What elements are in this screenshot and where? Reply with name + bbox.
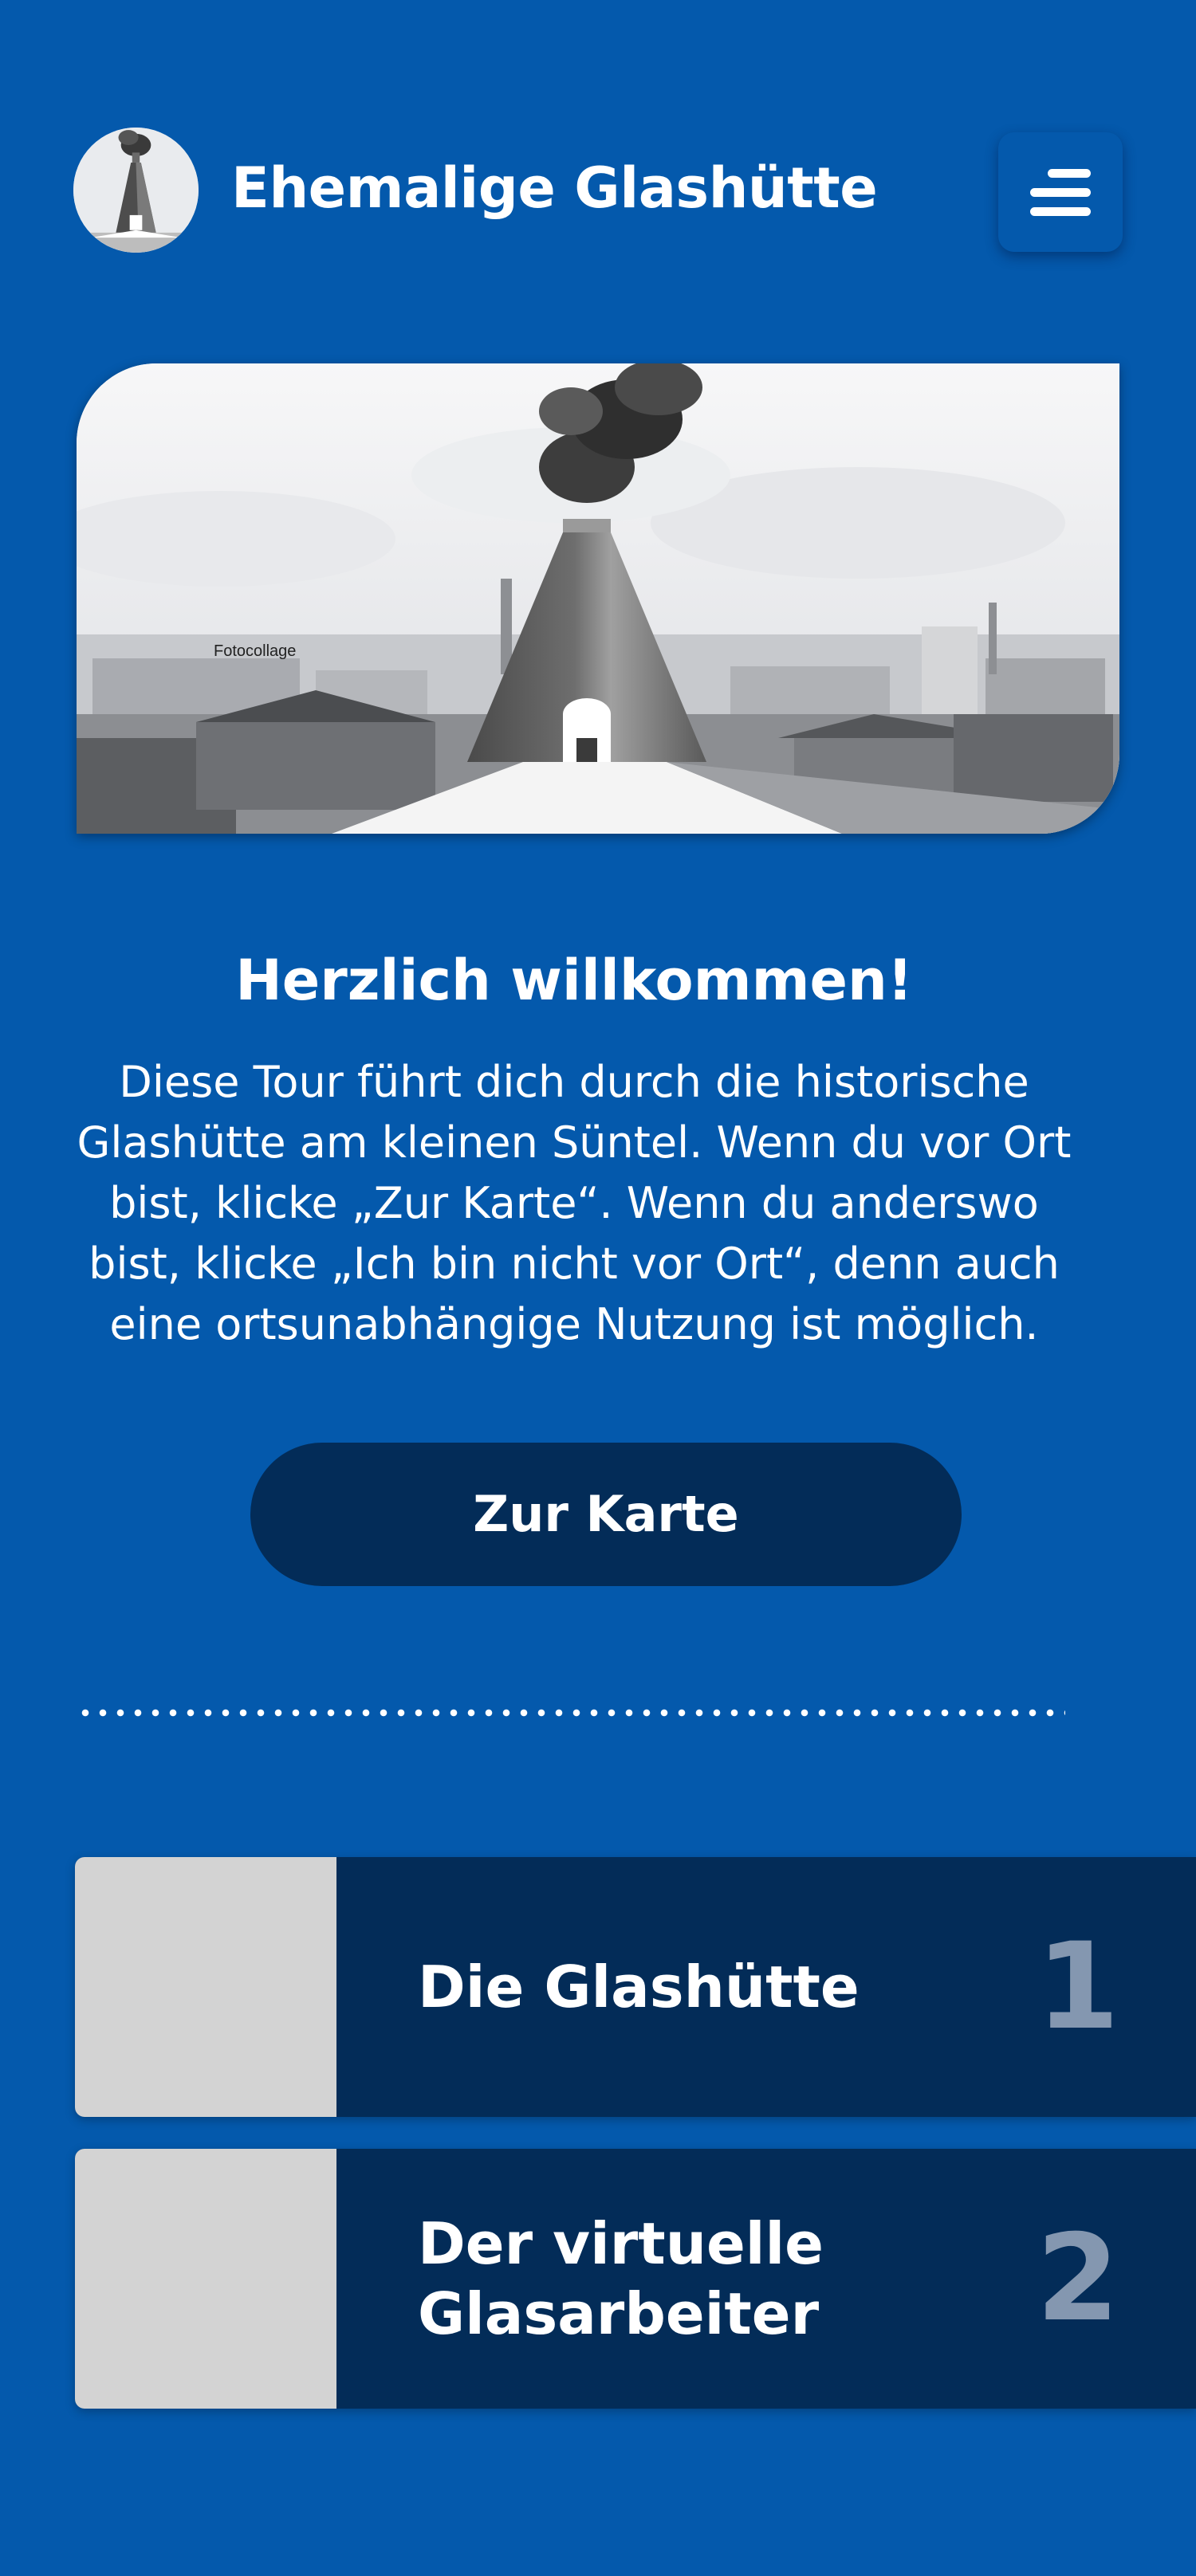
station-thumbnail [75, 1857, 336, 2117]
to-map-button[interactable]: Zur Karte [250, 1443, 962, 1586]
hero-caption: Fotocollage [214, 642, 297, 660]
hero-image: Fotocollage [77, 363, 1119, 834]
menu-button[interactable] [998, 132, 1123, 252]
welcome-text: Diese Tour führt dich durch die historis… [77, 1057, 1072, 1349]
station-card-1[interactable]: Die Glashütte 1 [75, 1857, 1196, 2117]
station-card-2[interactable]: Der virtuelle Glasarbeiter 2 [75, 2149, 1196, 2409]
app-header: Ehemalige Glashütte [0, 0, 1196, 255]
station-title: Die Glashütte [418, 1954, 860, 2020]
station-number: 1 [1036, 1918, 1119, 2056]
station-title: Der virtuelle Glasarbeiter [418, 2210, 824, 2347]
glass-furnace-icon[interactable] [73, 128, 199, 253]
station-thumbnail [75, 2149, 336, 2409]
dotted-divider [77, 1709, 1065, 1717]
station-number: 2 [1036, 2209, 1119, 2348]
app-title: Ehemalige Glashütte [231, 155, 878, 221]
welcome-title: Herzlich willkommen! [235, 948, 913, 1013]
menu-icon [1048, 169, 1091, 178]
